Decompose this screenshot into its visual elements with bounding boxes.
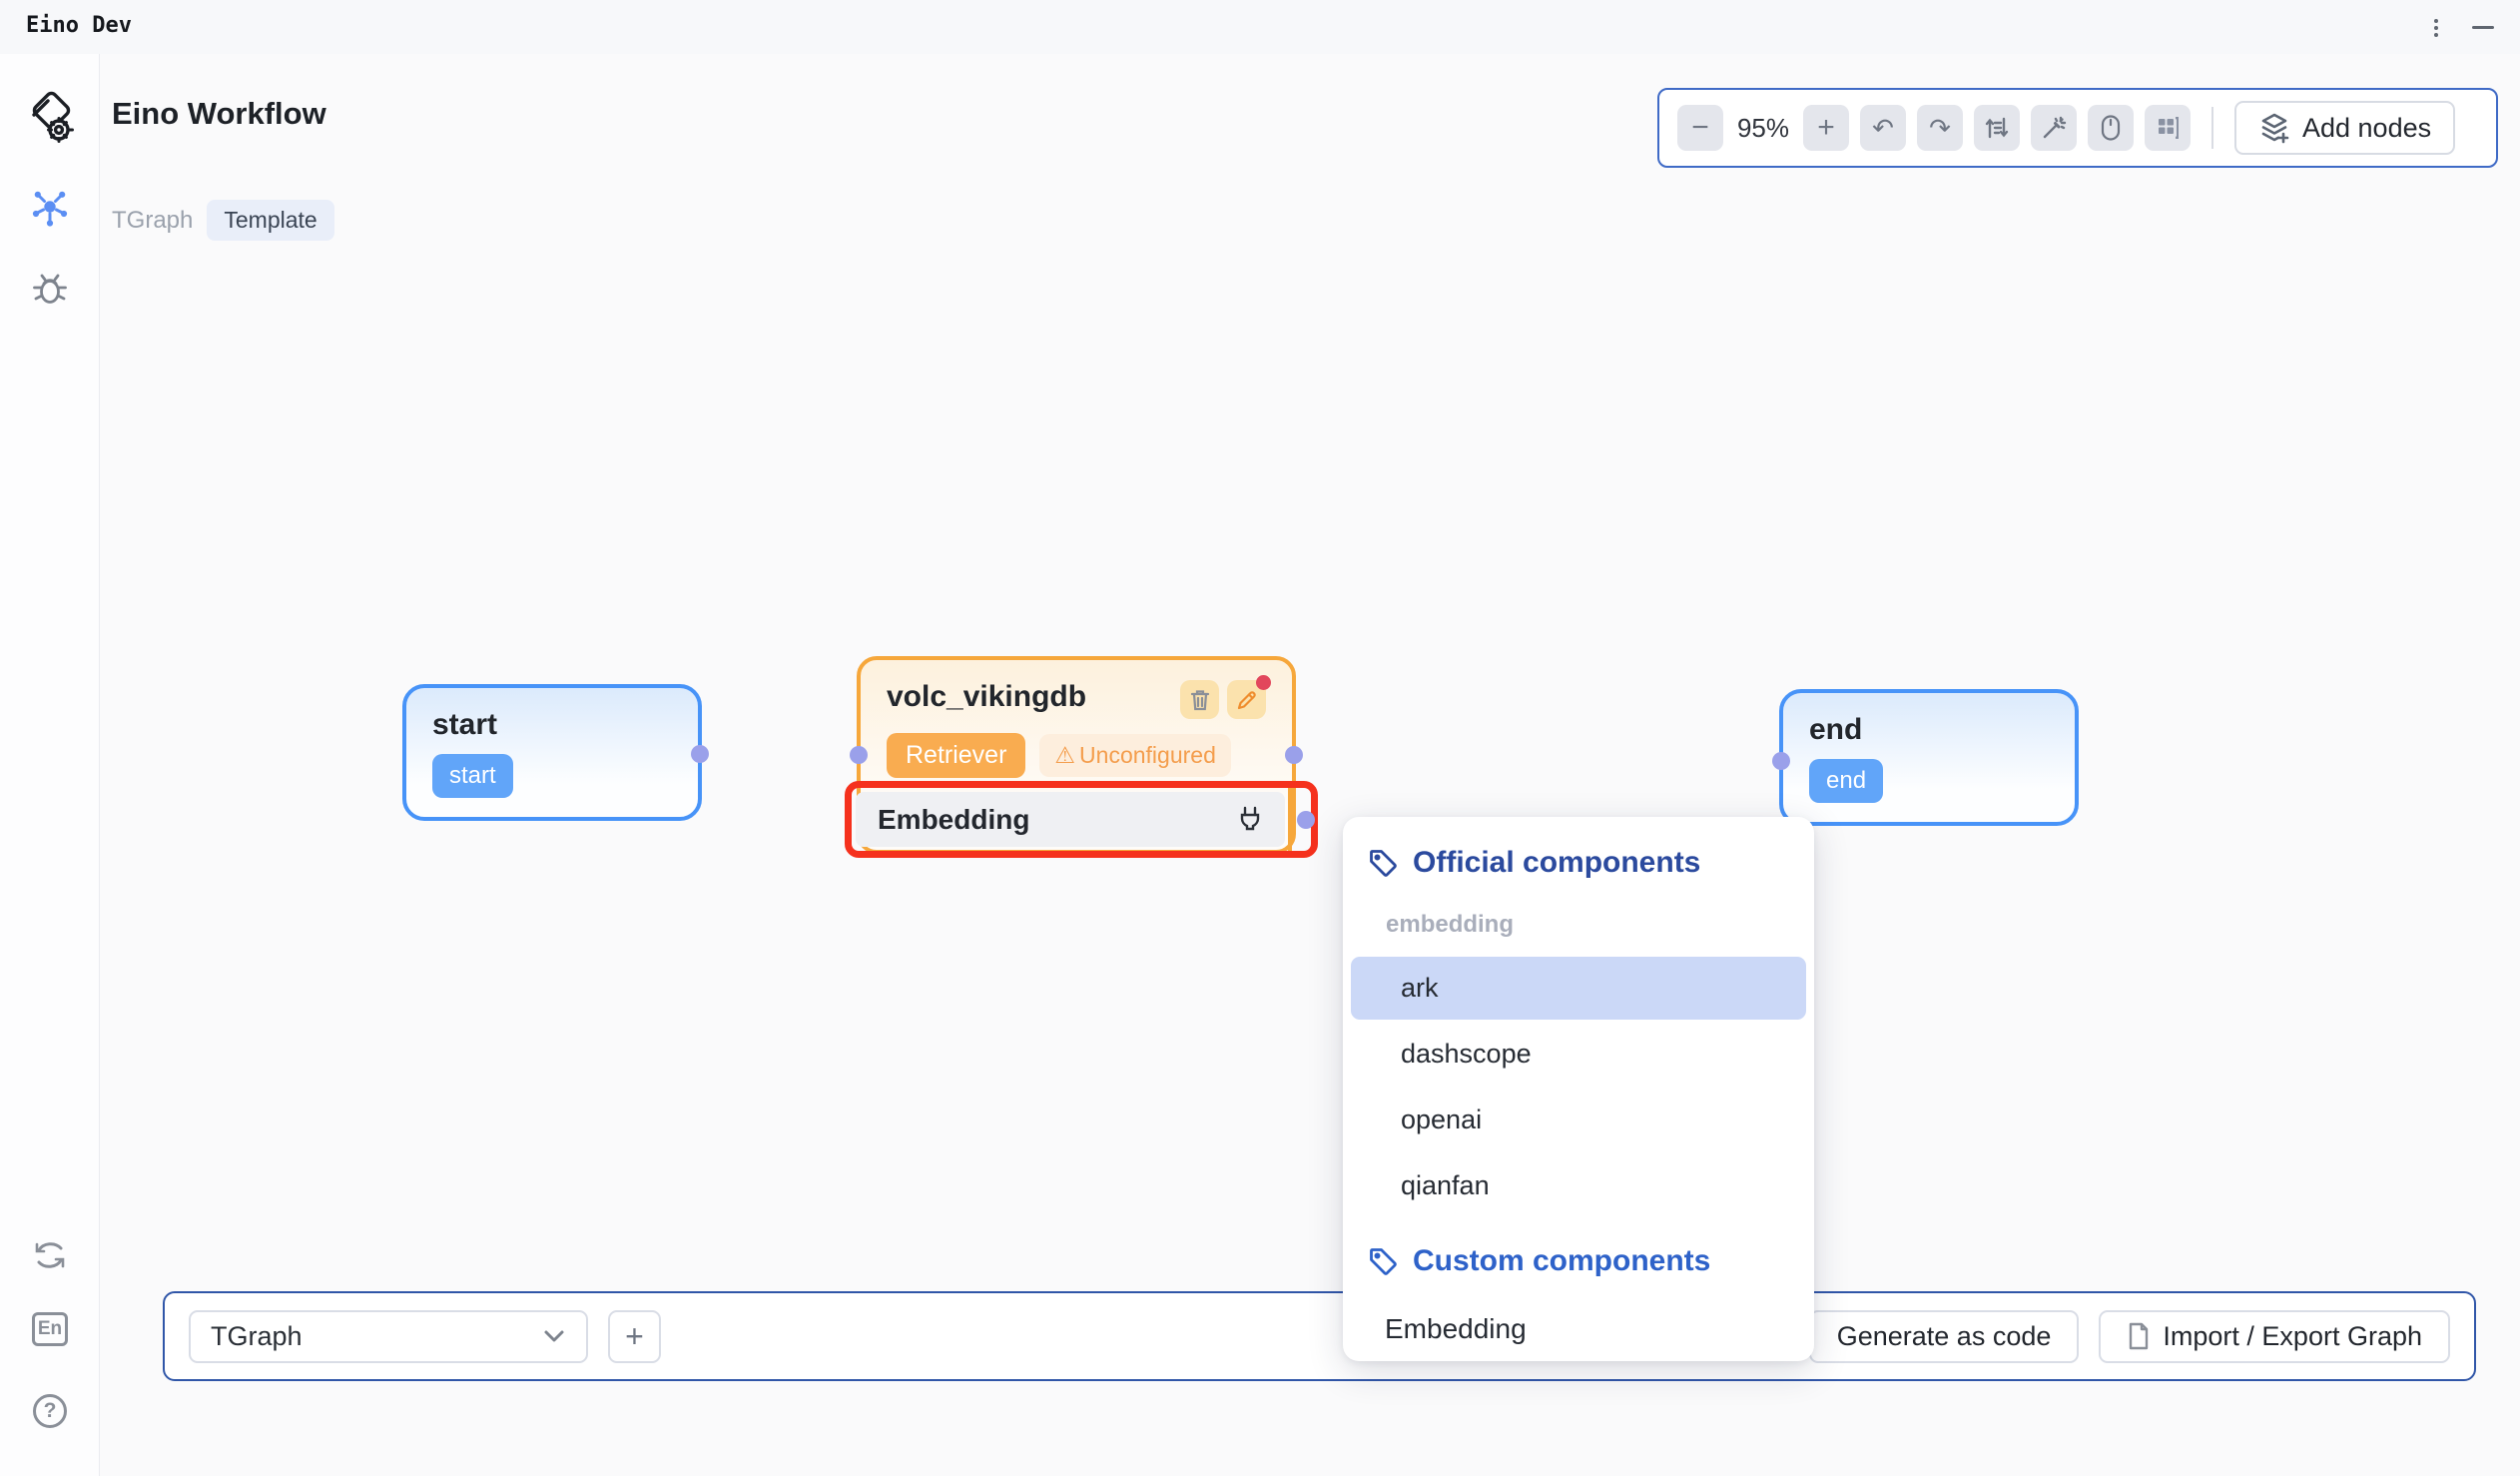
connection-handle[interactable] [691, 745, 709, 763]
minimize-icon[interactable] [2472, 26, 2494, 29]
end-node[interactable]: end end [1779, 689, 2079, 826]
auto-layout-icon[interactable] [1974, 105, 2020, 151]
notification-dot [1256, 675, 1271, 690]
add-nodes-label: Add nodes [2302, 113, 2431, 144]
official-components-heading: Official components [1343, 841, 1814, 885]
import-export-button[interactable]: Import / Export Graph [2099, 1310, 2450, 1363]
connection-handle[interactable] [1772, 752, 1790, 770]
retriever-node[interactable]: volc_vikingdb [857, 656, 1296, 854]
node-title: start [432, 708, 672, 742]
add-graph-button[interactable]: + [608, 1310, 661, 1363]
magic-wand-icon[interactable] [2031, 105, 2077, 151]
edit-node-button[interactable] [1227, 680, 1266, 719]
page-title: Eino Workflow [112, 96, 326, 132]
node-type-badge: Retriever [887, 733, 1025, 778]
mouse-mode-icon[interactable] [2088, 105, 2134, 151]
minimap-icon[interactable] [2145, 105, 2191, 151]
tag-icon [1368, 1246, 1399, 1277]
component-picker-menu: Official components embedding ark dashsc… [1343, 817, 1814, 1361]
menu-item-openai[interactable]: openai [1351, 1089, 1806, 1151]
delete-node-button[interactable] [1180, 680, 1219, 719]
status-badge: ⚠ Unconfigured [1039, 734, 1230, 777]
tag-icon [1368, 848, 1399, 879]
toolbar-divider [2211, 107, 2213, 149]
layers-plus-icon [2258, 112, 2290, 144]
undo-button[interactable]: ↶ [1860, 105, 1906, 151]
menu-item-ark[interactable]: ark [1351, 957, 1806, 1020]
start-node[interactable]: start start [402, 684, 702, 821]
window-titlebar: Eino Dev [0, 0, 2520, 54]
menu-item-embedding[interactable]: Embedding [1351, 1297, 1806, 1360]
connection-handle[interactable] [850, 746, 868, 764]
zoom-in-button[interactable]: + [1803, 105, 1849, 151]
trash-icon [1189, 688, 1211, 712]
node-type-badge: end [1809, 759, 1883, 803]
menu-item-dashscope[interactable]: dashscope [1351, 1023, 1806, 1086]
help-icon[interactable]: ? [0, 1394, 100, 1428]
zoom-out-button[interactable]: − [1677, 105, 1723, 151]
redo-button[interactable]: ↷ [1917, 105, 1963, 151]
add-nodes-button[interactable]: Add nodes [2234, 101, 2455, 155]
menu-item-qianfan[interactable]: qianfan [1351, 1154, 1806, 1217]
embedding-slot[interactable]: Embedding [856, 792, 1285, 847]
graph-select[interactable]: TGraph [189, 1310, 588, 1363]
file-icon [2127, 1321, 2151, 1351]
graph-tabs-bar: TGraph + Generate as code Import / Expor… [163, 1291, 2476, 1381]
chevron-down-icon [542, 1328, 566, 1344]
graph-name-label[interactable]: TGraph [112, 207, 193, 235]
node-title: volc_vikingdb [887, 680, 1086, 714]
plug-icon [1237, 805, 1263, 835]
warning-icon: ⚠ [1054, 742, 1075, 769]
app-title: Eino Dev [26, 13, 132, 38]
refresh-icon[interactable] [0, 1238, 100, 1272]
language-icon[interactable]: En [0, 1312, 100, 1346]
eino-logo-icon [0, 90, 100, 146]
node-border-segment [1288, 788, 1292, 851]
graph-select-value: TGraph [211, 1321, 303, 1352]
sidebar-item-debug[interactable] [0, 270, 100, 308]
node-type-badge: start [432, 754, 513, 798]
sidebar-item-graph[interactable] [0, 188, 100, 230]
pencil-icon [1236, 689, 1258, 711]
slot-label: Embedding [878, 804, 1029, 836]
template-badge[interactable]: Template [207, 200, 333, 241]
connection-handle[interactable] [1297, 811, 1315, 829]
custom-components-heading: Custom components [1343, 1239, 1814, 1283]
breadcrumb: TGraph Template [112, 200, 334, 241]
generate-code-button[interactable]: Generate as code [1809, 1310, 2080, 1363]
embedding-slot-highlight: Embedding [845, 781, 1318, 858]
workflow-editor: Eino Dev [0, 0, 2520, 1476]
left-sidebar: En ? [0, 54, 100, 1476]
component-group-label: embedding [1343, 911, 1814, 939]
canvas-toolbar: − 95% + ↶ ↷ [1657, 88, 2498, 168]
connection-handle[interactable] [1285, 746, 1303, 764]
node-title: end [1809, 713, 2049, 747]
zoom-level: 95% [1734, 113, 1792, 144]
kebab-menu-icon[interactable] [2426, 15, 2446, 41]
